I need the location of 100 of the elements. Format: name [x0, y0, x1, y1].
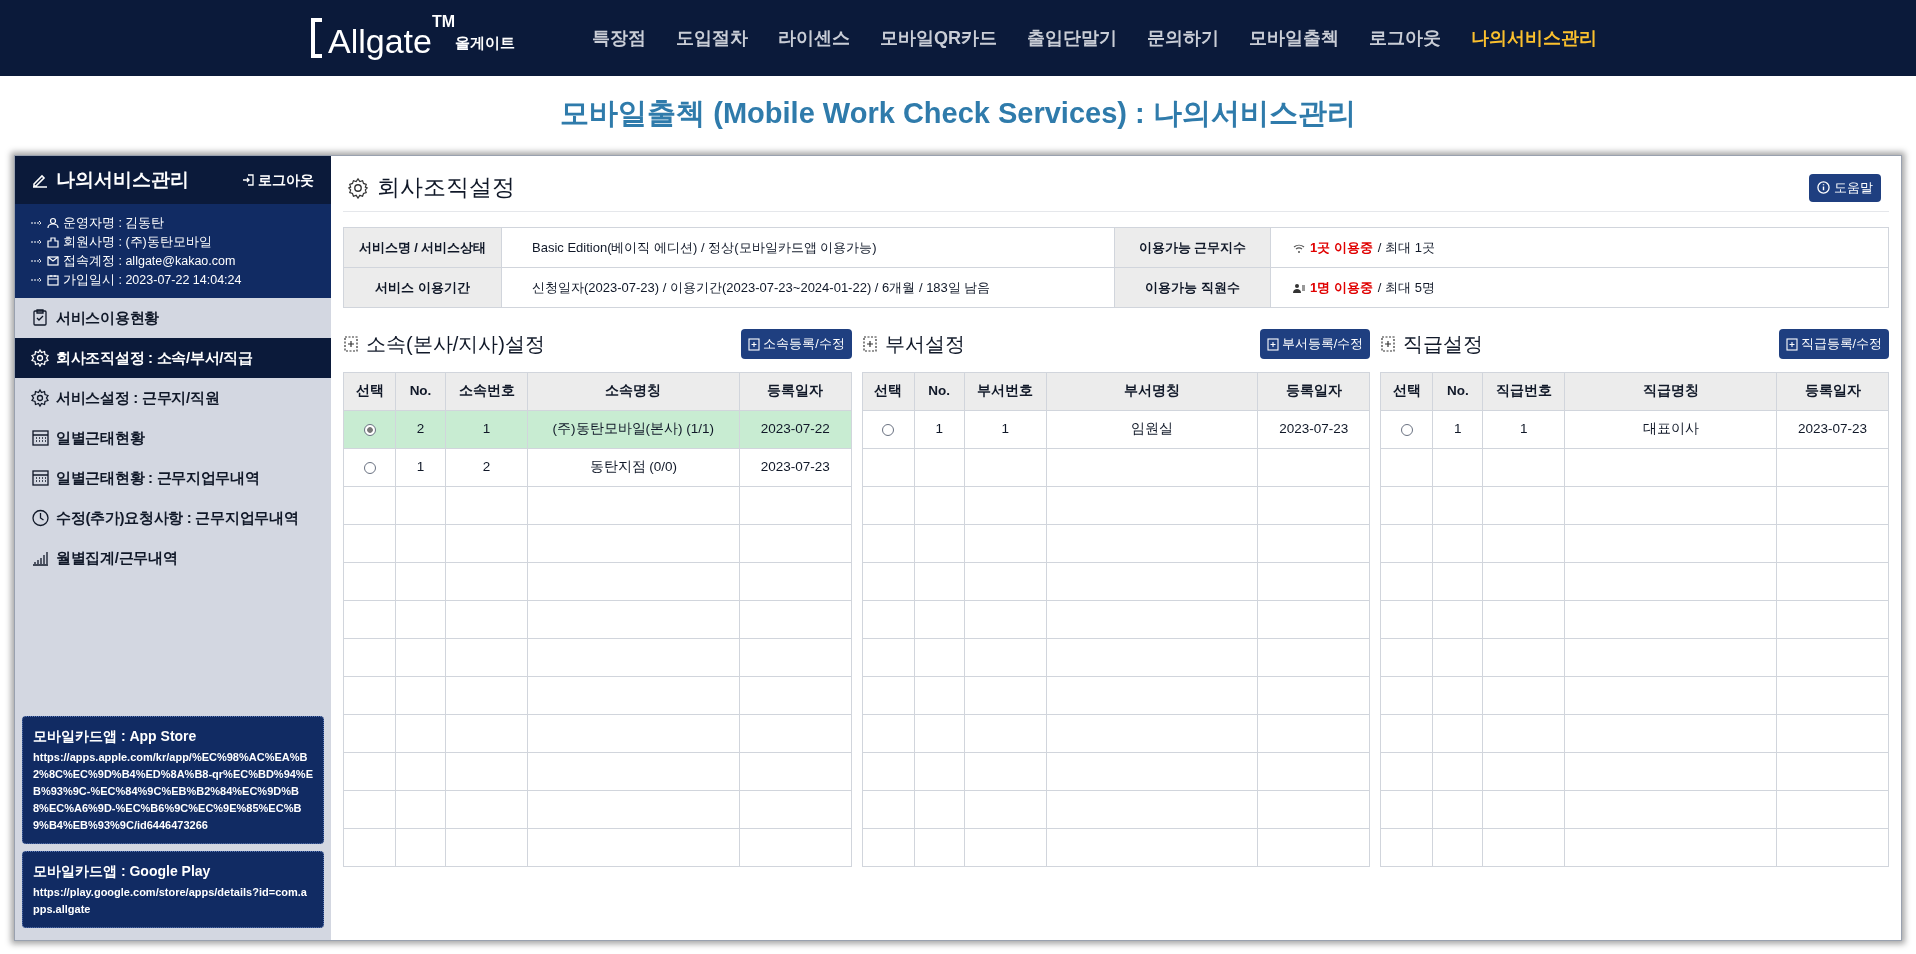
pencil-icon: [32, 172, 48, 188]
usage-limit: / 최대 5명: [1377, 278, 1435, 297]
column-header: 부서명칭: [1046, 372, 1258, 411]
table-cell: 2023-07-22: [739, 410, 852, 449]
arrow-icon: [31, 277, 43, 283]
sidebar-item[interactable]: 일별근태현황 : 근무지업무내역: [15, 458, 331, 498]
user-icon: [47, 217, 59, 229]
content-title: 회사조직설정: [377, 173, 515, 203]
logout-link[interactable]: 로그아웃: [242, 169, 314, 191]
table-cell: 임원실: [1046, 410, 1258, 449]
login-arrow-icon: [242, 174, 254, 186]
table-cell: 2023-07-23: [1257, 410, 1370, 449]
clipboard-icon: [31, 308, 50, 328]
usage-count: 1곳 이용중: [1310, 238, 1373, 257]
column-header: 등록일자: [1257, 372, 1370, 411]
edit-button[interactable]: 부서등록/수정: [1259, 329, 1371, 359]
edit-button[interactable]: 직급등록/수정: [1778, 329, 1889, 359]
add-note-icon: [343, 335, 359, 353]
nav-link[interactable]: 특장점: [592, 24, 646, 52]
nav-link[interactable]: 문의하기: [1147, 24, 1219, 52]
column-header: 직급명칭: [1564, 372, 1777, 411]
people-icon: [1293, 281, 1305, 294]
table-cell: 대표이사: [1564, 410, 1777, 449]
calendar-icon: [31, 468, 50, 488]
column-header: 직급번호: [1482, 372, 1565, 411]
sidebar-item[interactable]: 일별근태현황: [15, 418, 331, 458]
nav-link[interactable]: 모바일QR카드: [880, 24, 997, 52]
usage-limit: / 최대 1곳: [1377, 238, 1435, 257]
info-text: 접속계정 : allgate@kakao.com: [63, 252, 236, 270]
info-text: 운영자명 : 김동탄: [63, 214, 165, 232]
add-note-icon: [1785, 337, 1798, 351]
nav-link[interactable]: 출입단말기: [1027, 24, 1117, 52]
info-text: 회원사명 : (주)동탄모바일: [63, 233, 212, 251]
sidebar-item[interactable]: 서비스이용현황: [15, 298, 331, 338]
page-title: 모바일출첵 (Mobile Work Check Services) : 나의서비스관리: [559, 96, 1357, 131]
nav-link[interactable]: 나의서비스관리: [1471, 24, 1597, 52]
arrow-icon: [31, 220, 43, 226]
nav-link[interactable]: 도입절차: [676, 24, 748, 52]
table-cell: 1: [445, 410, 528, 449]
edit-button[interactable]: 소속등록/수정: [741, 329, 852, 359]
column-header: 등록일자: [739, 372, 852, 411]
column-header: No.: [1432, 372, 1483, 411]
mail-icon: [47, 255, 59, 267]
sidebar-item[interactable]: 월별집계/근무내역: [15, 538, 331, 578]
add-note-icon: [1380, 335, 1397, 353]
clock-icon: [31, 508, 50, 528]
table-header-cell: 이용가능 근무지수: [1114, 227, 1271, 268]
add-note-icon: [748, 337, 761, 351]
table-cell: 2: [445, 448, 528, 487]
column-header: 소속명칭: [527, 372, 740, 411]
table-cell: (주)동탄모바일(본사) (1/1): [527, 410, 740, 449]
table-cell: 1: [1432, 410, 1483, 449]
gear-icon: [31, 388, 50, 408]
card-title: 모바일카드앱 : Google Play: [33, 862, 212, 881]
table-cell: 2: [395, 410, 446, 449]
company-icon: [47, 236, 59, 248]
table-cell: 1: [914, 410, 965, 449]
column-header: 선택: [343, 372, 396, 411]
table-cell: Basic Edition(베이직 에디션) / 정상(모바일카드앱 이용가능): [501, 227, 1115, 268]
radio-button[interactable]: [1400, 423, 1413, 436]
gear-icon: [31, 348, 50, 368]
radio-button[interactable]: [882, 423, 895, 436]
section-title: 부서설정: [884, 332, 965, 357]
app-link[interactable]: https://apps.apple.com/kr/app/%EC%98%AC%EA%B2%8C%EC%9D%B4%ED%8A%B8-qr%EC%BD%94%EB%93%9C-%EC%84%9C%EB%B2%84%EC%9D%B8%EC%A6%9D-%EC%B6%9C%EC%9E%85%EC%B9%B4%EB%93%9C/id6446473266: [33, 749, 313, 834]
calendar-icon: [31, 428, 50, 448]
radio-button[interactable]: [363, 461, 376, 474]
nav-link[interactable]: 로그아웃: [1369, 24, 1441, 52]
add-note-icon: [861, 335, 878, 353]
column-header: 선택: [862, 372, 915, 411]
logo-bracket-icon: [310, 18, 324, 58]
settings-icon: [347, 176, 369, 199]
table-cell: 2023-07-23: [739, 448, 852, 487]
sidebar-item[interactable]: 회사조직설정 : 소속/부서/직급: [15, 338, 331, 378]
column-header: 등록일자: [1776, 372, 1889, 411]
column-header: No.: [914, 372, 965, 411]
info-text: 가입일시 : 2023-07-22 14:04:24: [63, 271, 242, 289]
table-cell: 1: [964, 410, 1047, 449]
column-header: 소속번호: [445, 372, 528, 411]
column-header: 선택: [1380, 372, 1433, 411]
add-note-icon: [1266, 337, 1279, 351]
table-cell: 2023-07-23: [1776, 410, 1889, 449]
info-icon: [1817, 181, 1830, 194]
calendar-icon: [47, 274, 59, 286]
arrow-icon: [31, 239, 43, 245]
sidebar-item[interactable]: 수정(추가)요청사항 : 근무지업무내역: [15, 498, 331, 538]
table-cell: 1: [395, 448, 446, 487]
card-title: 모바일카드앱 : App Store: [33, 727, 198, 746]
table-cell: 신청일자(2023-07-23) / 이용기간(2023-07-23~2024-01-22) / 6개월 / 183일 남음: [501, 267, 1115, 308]
section-title: 직급설정: [1403, 332, 1484, 357]
usage-count: 1명 이용중: [1310, 278, 1373, 297]
app-link[interactable]: https://play.google.com/store/apps/details?id=com.apps.allgate: [33, 884, 313, 918]
help-button[interactable]: 도움말: [1809, 173, 1881, 202]
arrow-icon: [31, 258, 43, 264]
nav-link[interactable]: 라이센스: [778, 24, 850, 52]
radio-button[interactable]: [363, 423, 376, 436]
table-header-cell: 이용가능 직원수: [1114, 267, 1271, 308]
table-header-cell: 서비스 이용기간: [343, 267, 502, 308]
sidebar-item[interactable]: 서비스설정 : 근무지/직원: [15, 378, 331, 418]
nav-link[interactable]: 모바일출첵: [1249, 24, 1339, 52]
section-title: 소속(본사/지사)설정: [366, 332, 545, 357]
